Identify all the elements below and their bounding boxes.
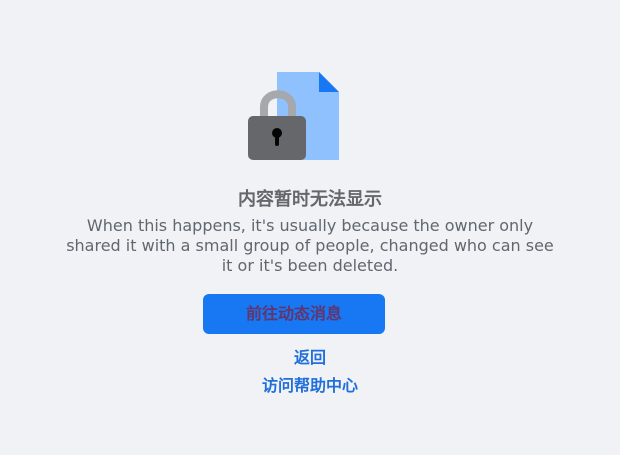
go-to-news-feed-button[interactable]: 前往动态消息 xyxy=(203,294,385,334)
locked-document-graphic xyxy=(248,72,339,160)
unavailable-message: When this happens, it's usually because … xyxy=(66,216,554,275)
locked-document-icon xyxy=(246,70,340,162)
content-unavailable-page: 内容暂时无法显示 When this happens, it's usually… xyxy=(0,0,620,455)
help-center-link[interactable]: 访问帮助中心 xyxy=(0,376,620,396)
back-link[interactable]: 返回 xyxy=(0,348,620,368)
page-title: 内容暂时无法显示 xyxy=(238,189,382,210)
